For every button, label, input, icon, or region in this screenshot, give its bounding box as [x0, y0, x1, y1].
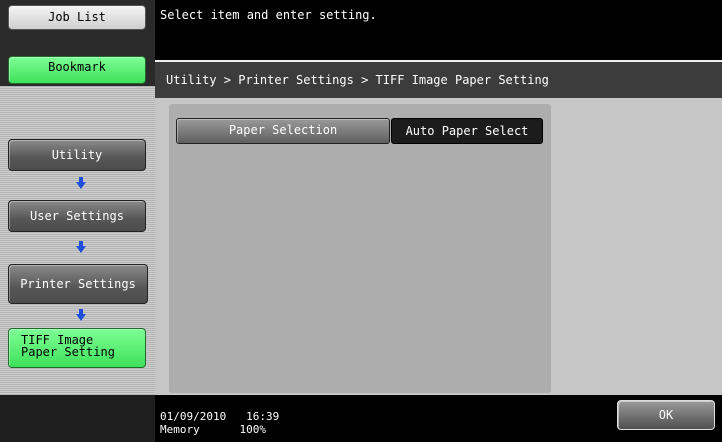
nav-utility-button[interactable]: Utility	[8, 139, 146, 171]
down-arrow-icon	[76, 309, 86, 321]
settings-panel: Paper Selection Auto Paper Select	[169, 104, 551, 393]
nav-user-settings-button[interactable]: User Settings	[8, 200, 146, 232]
left-panel: Job List Bookmark Utility User Settings …	[0, 0, 155, 442]
paper-selection-value: Auto Paper Select	[391, 118, 543, 144]
breadcrumb: Utility > Printer Settings > TIFF Image …	[155, 62, 722, 98]
job-list-button[interactable]: Job List	[8, 5, 146, 30]
instruction-message: Select item and enter setting.	[160, 8, 377, 22]
ok-button[interactable]: OK	[617, 400, 715, 430]
down-arrow-icon	[76, 177, 86, 189]
bookmark-button[interactable]: Bookmark	[8, 56, 146, 84]
nav-printer-settings-button[interactable]: Printer Settings	[8, 264, 148, 304]
down-arrow-icon	[76, 241, 86, 253]
left-bottom-area	[0, 395, 155, 442]
nav-tiff-line2: Paper Setting	[21, 345, 115, 359]
status-bar: 01/09/2010 16:39 Memory 100% OK	[155, 395, 722, 442]
memory-status: Memory 100%	[160, 423, 266, 436]
main-content: Utility > Printer Settings > TIFF Image …	[155, 60, 722, 397]
datetime: 01/09/2010 16:39	[160, 410, 280, 423]
nav-tiff-image-paper-setting-button[interactable]: TIFF Image Paper Setting	[8, 328, 146, 368]
paper-selection-button[interactable]: Paper Selection	[176, 118, 390, 144]
